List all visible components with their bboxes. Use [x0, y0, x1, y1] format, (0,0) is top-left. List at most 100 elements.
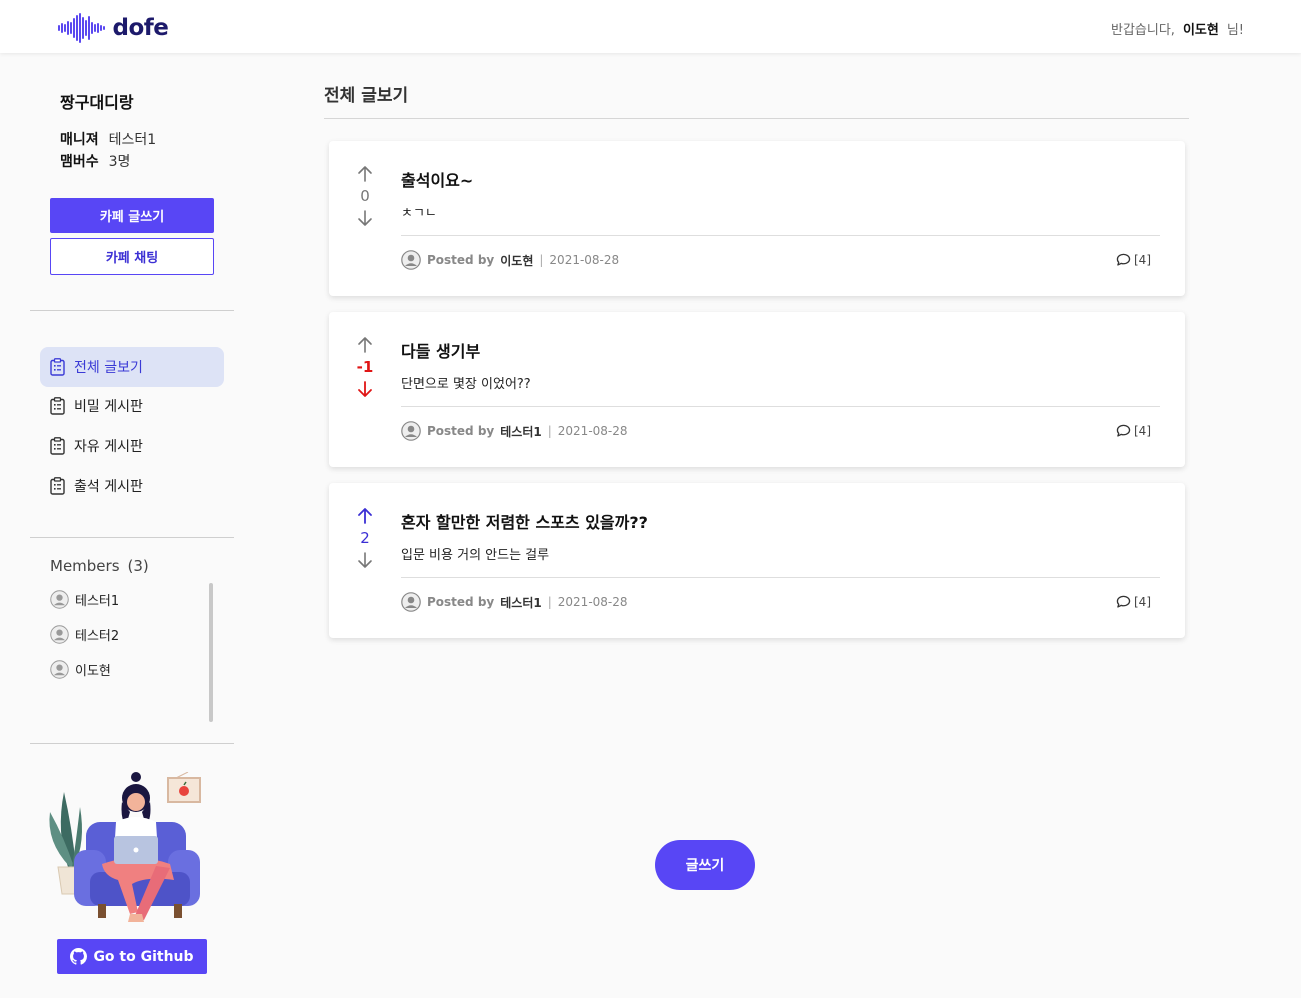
post-title[interactable]: 혼자 할만한 저렴한 스포츠 있을까??	[401, 509, 648, 533]
meta-separator: |	[547, 424, 552, 438]
posted-by-label: Posted by	[427, 253, 495, 267]
person-on-sofa-illustration	[49, 772, 201, 922]
member-item[interactable]: 테스터1	[50, 590, 119, 609]
comment-count[interactable]: [4]	[1116, 424, 1151, 438]
posted-by-label: Posted by	[427, 424, 495, 438]
member-name: 이도현	[75, 664, 111, 679]
soundwave-icon	[58, 13, 105, 43]
member-name: 테스터1	[75, 594, 120, 609]
vote-widget: -1	[353, 336, 377, 398]
post-body: ㅊㄱㄴ	[401, 206, 437, 221]
post-date: 2021-08-28	[549, 253, 620, 267]
user-greeting: 반갑습니다, 이도현 님!	[1111, 19, 1244, 38]
cafe-manager: 매니져 테스터1	[60, 129, 156, 149]
post-divider	[401, 577, 1160, 578]
downvote-arrow-icon[interactable]	[356, 209, 374, 227]
greeting-text: 반갑습니다,	[1111, 23, 1175, 38]
clipboard-icon	[50, 437, 65, 455]
post-body: 입문 비용 거의 안드는 걸루	[401, 548, 550, 563]
title-divider	[324, 118, 1189, 119]
page-title: 전체 글보기	[324, 86, 409, 106]
cafe-name: 짱구대디랑	[60, 93, 134, 112]
vote-widget: 0	[353, 165, 377, 227]
member-item[interactable]: 테스터2	[50, 625, 119, 644]
vote-widget: 2	[353, 507, 377, 569]
nav-item-label: 전체 글보기	[74, 360, 143, 376]
upvote-arrow-icon[interactable]	[356, 165, 374, 183]
vote-count: 2	[360, 529, 370, 547]
user-avatar-icon	[401, 421, 421, 441]
comment-count[interactable]: [4]	[1116, 253, 1151, 267]
upvote-arrow-icon[interactable]	[356, 336, 374, 354]
user-avatar-icon	[50, 660, 69, 679]
post-divider	[401, 235, 1160, 236]
current-username: 이도현	[1182, 23, 1219, 38]
nav-item-free-board[interactable]: 자유 게시판	[40, 426, 224, 466]
post-meta: Posted by 테스터1 | 2021-08-28	[401, 421, 628, 441]
post-title[interactable]: 다들 생기부	[401, 338, 480, 362]
member-item[interactable]: 이도현	[50, 660, 111, 679]
logo-text: dofe	[112, 15, 169, 41]
nav-item-label: 출석 게시판	[74, 479, 143, 495]
user-avatar-icon	[401, 592, 421, 612]
sidebar-divider	[30, 310, 234, 311]
clipboard-icon	[50, 477, 65, 495]
user-avatar-icon	[50, 590, 69, 609]
member-name: 테스터2	[75, 629, 120, 644]
members-count: (3)	[127, 557, 149, 575]
meta-separator: |	[547, 595, 552, 609]
member-count-label: 맴버수	[60, 154, 99, 170]
github-button-label: Go to Github	[93, 948, 194, 965]
user-avatar-icon	[50, 625, 69, 644]
github-button[interactable]: Go to Github	[57, 939, 207, 974]
manager-label: 매니져	[60, 132, 99, 148]
comment-bubble-icon	[1116, 595, 1131, 608]
downvote-arrow-icon[interactable]	[356, 380, 374, 398]
post-meta: Posted by 테스터1 | 2021-08-28	[401, 592, 628, 612]
comment-count-value: [4]	[1134, 253, 1151, 267]
posted-by-label: Posted by	[427, 595, 495, 609]
nav-item-attendance-board[interactable]: 출석 게시판	[40, 466, 224, 506]
nav-item-secret-board[interactable]: 비밀 게시판	[40, 386, 224, 426]
clipboard-icon	[50, 358, 65, 376]
sidebar-divider	[30, 743, 234, 744]
github-icon	[70, 948, 88, 965]
meta-separator: |	[539, 253, 544, 267]
app-logo[interactable]: dofe	[58, 13, 169, 43]
post-date: 2021-08-28	[557, 595, 628, 609]
nav-item-label: 비밀 게시판	[74, 399, 143, 415]
post-date: 2021-08-28	[557, 424, 628, 438]
post-divider	[401, 406, 1160, 407]
vote-count: 0	[360, 187, 370, 205]
post-card[interactable]: 2 혼자 할만한 저렴한 스포츠 있을까?? 입문 비용 거의 안드는 걸루 P…	[329, 483, 1185, 638]
cafe-member-count: 맴버수 3명	[60, 151, 130, 171]
post-card[interactable]: 0 출석이요~ ㅊㄱㄴ Posted by 이도현 | 2021-08-28 […	[329, 141, 1185, 296]
upvote-arrow-icon[interactable]	[356, 507, 374, 525]
post-author[interactable]: 테스터1	[500, 423, 541, 440]
comment-count-value: [4]	[1134, 424, 1151, 438]
cafe-chat-button[interactable]: 카페 채팅	[50, 238, 214, 275]
post-body: 단면으로 몇장 이었어??	[401, 377, 531, 392]
user-avatar-icon	[401, 250, 421, 270]
post-title[interactable]: 출석이요~	[401, 167, 473, 191]
post-meta: Posted by 이도현 | 2021-08-28	[401, 250, 619, 270]
comment-bubble-icon	[1116, 424, 1131, 437]
comment-count-value: [4]	[1134, 595, 1151, 609]
top-header: dofe 반갑습니다, 이도현 님!	[0, 0, 1301, 53]
cafe-write-button[interactable]: 카페 글쓰기	[50, 198, 214, 233]
comment-count[interactable]: [4]	[1116, 595, 1151, 609]
post-author[interactable]: 테스터1	[500, 594, 541, 611]
vote-count: -1	[356, 358, 374, 376]
nav-item-all-posts[interactable]: 전체 글보기	[40, 347, 224, 387]
clipboard-icon	[50, 397, 65, 415]
member-count-value: 3명	[108, 154, 131, 170]
greeting-suffix: 님!	[1226, 23, 1244, 38]
post-author[interactable]: 이도현	[500, 252, 533, 269]
post-card[interactable]: -1 다들 생기부 단면으로 몇장 이었어?? Posted by 테스터1 |…	[329, 312, 1185, 467]
members-scrollbar[interactable]	[209, 583, 213, 722]
members-title: Members (3)	[50, 557, 149, 575]
comment-bubble-icon	[1116, 253, 1131, 266]
downvote-arrow-icon[interactable]	[356, 551, 374, 569]
write-post-button[interactable]: 글쓰기	[655, 840, 755, 890]
members-label: Members	[50, 557, 120, 575]
